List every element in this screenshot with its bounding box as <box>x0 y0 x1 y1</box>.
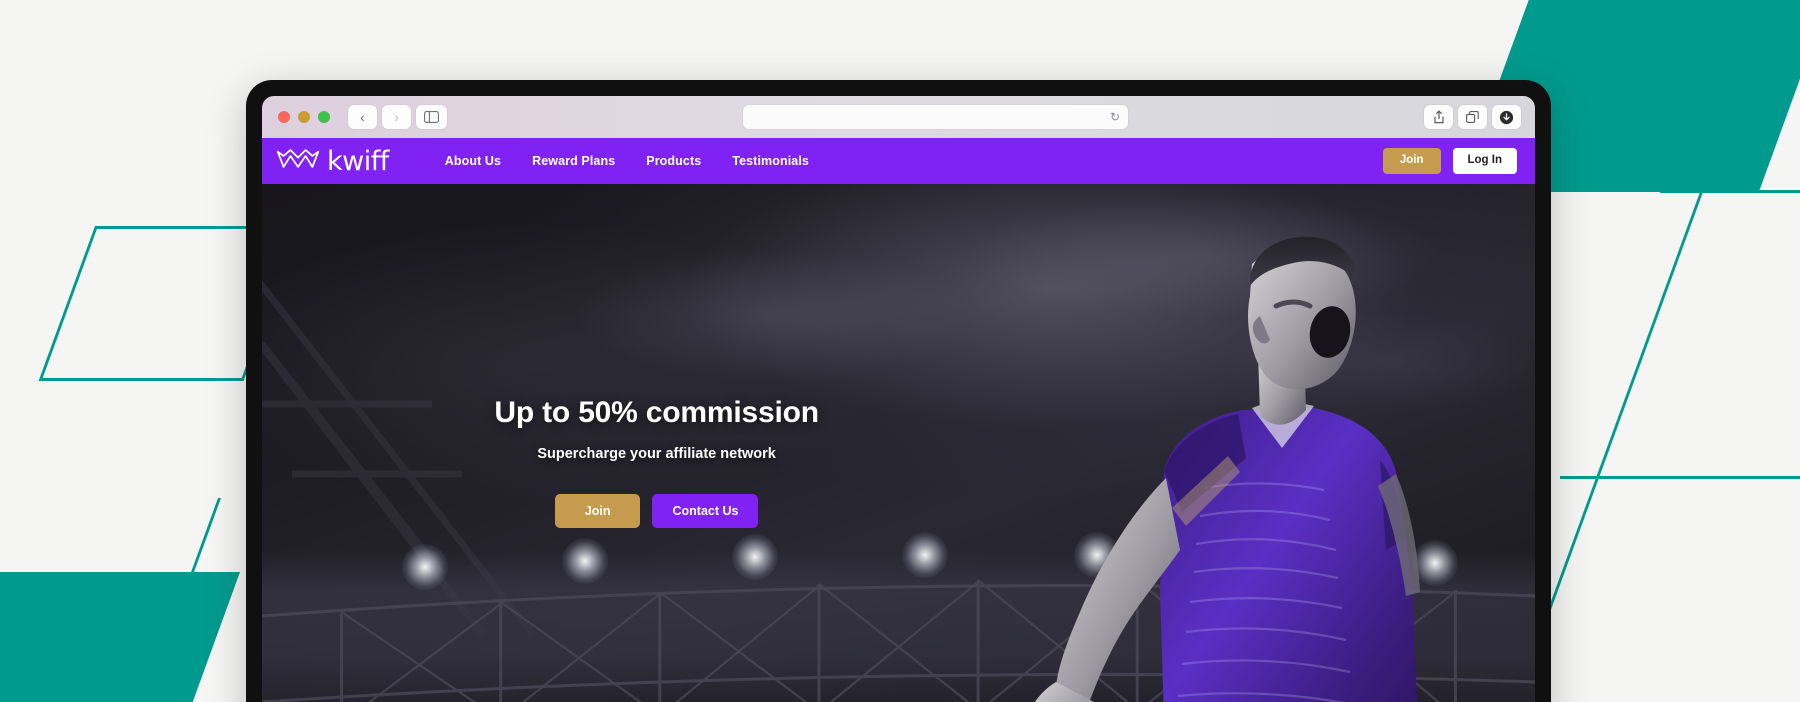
browser-toolbar: ‹ › ↻ <box>262 96 1535 138</box>
laptop-screen: ‹ › ↻ kwiff About Us Reward Plans Produc… <box>262 96 1535 702</box>
hero-title: Up to 50% commission <box>494 396 819 429</box>
reload-icon[interactable]: ↻ <box>1110 110 1120 124</box>
hero-section: Up to 50% commission Supercharge your af… <box>262 184 1535 702</box>
window-traffic-lights <box>274 111 330 123</box>
teal-diagonal-line-right <box>1507 192 1800 702</box>
downloads-button[interactable] <box>1492 105 1521 129</box>
browser-right-icons <box>1424 105 1523 129</box>
chevron-right-icon: › <box>394 109 399 125</box>
nav-link-products[interactable]: Products <box>646 154 701 168</box>
sidebar-icon <box>424 111 439 123</box>
kwiff-logo[interactable]: kwiff <box>276 148 389 175</box>
chevron-left-icon: ‹ <box>360 109 365 125</box>
nav-cta-group: Join Log In <box>1382 148 1517 174</box>
hero-contact-us-button[interactable]: Contact Us <box>652 494 759 528</box>
nav-join-button[interactable]: Join <box>1382 148 1441 174</box>
footballer-hero-image <box>1035 236 1421 702</box>
address-bar-container: ↻ <box>457 105 1414 129</box>
kwiff-crown-icon <box>276 149 320 168</box>
nav-login-button[interactable]: Log In <box>1452 148 1517 174</box>
forward-button[interactable]: › <box>382 105 411 129</box>
tab-overview-icon <box>1466 110 1479 123</box>
sidebar-toggle-button[interactable] <box>416 105 447 129</box>
share-button[interactable] <box>1424 105 1453 129</box>
back-button[interactable]: ‹ <box>348 105 377 129</box>
share-icon <box>1433 110 1444 124</box>
primary-nav-links: About Us Reward Plans Products Testimoni… <box>445 154 809 168</box>
downloads-icon <box>1499 110 1514 124</box>
teal-line-upper-right <box>1660 190 1800 193</box>
browser-nav-buttons: ‹ › <box>348 105 447 129</box>
hero-subtitle: Supercharge your affiliate network <box>537 446 776 462</box>
hero-join-button[interactable]: Join <box>554 494 641 528</box>
hero-cta-group: Join Contact Us <box>554 494 759 528</box>
nav-link-reward-plans[interactable]: Reward Plans <box>532 154 615 168</box>
address-bar[interactable]: ↻ <box>743 105 1128 129</box>
tab-overview-button[interactable] <box>1458 105 1487 129</box>
teal-line-lower-right <box>1560 476 1800 479</box>
site-navbar: kwiff About Us Reward Plans Products Tes… <box>262 138 1535 184</box>
kwiff-wordmark: kwiff <box>327 145 389 177</box>
page-stage: ‹ › ↻ kwiff About Us Reward Plans Produc… <box>0 0 1800 702</box>
nav-link-about-us[interactable]: About Us <box>445 154 501 168</box>
hero-content: Up to 50% commission Supercharge your af… <box>262 184 1051 702</box>
nav-link-testimonials[interactable]: Testimonials <box>732 154 809 168</box>
zoom-window-button[interactable] <box>318 111 330 123</box>
teal-shape-bottom-left <box>0 572 240 702</box>
laptop-frame: ‹ › ↻ kwiff About Us Reward Plans Produc… <box>246 80 1551 702</box>
close-window-button[interactable] <box>278 111 290 123</box>
minimize-window-button[interactable] <box>298 111 310 123</box>
